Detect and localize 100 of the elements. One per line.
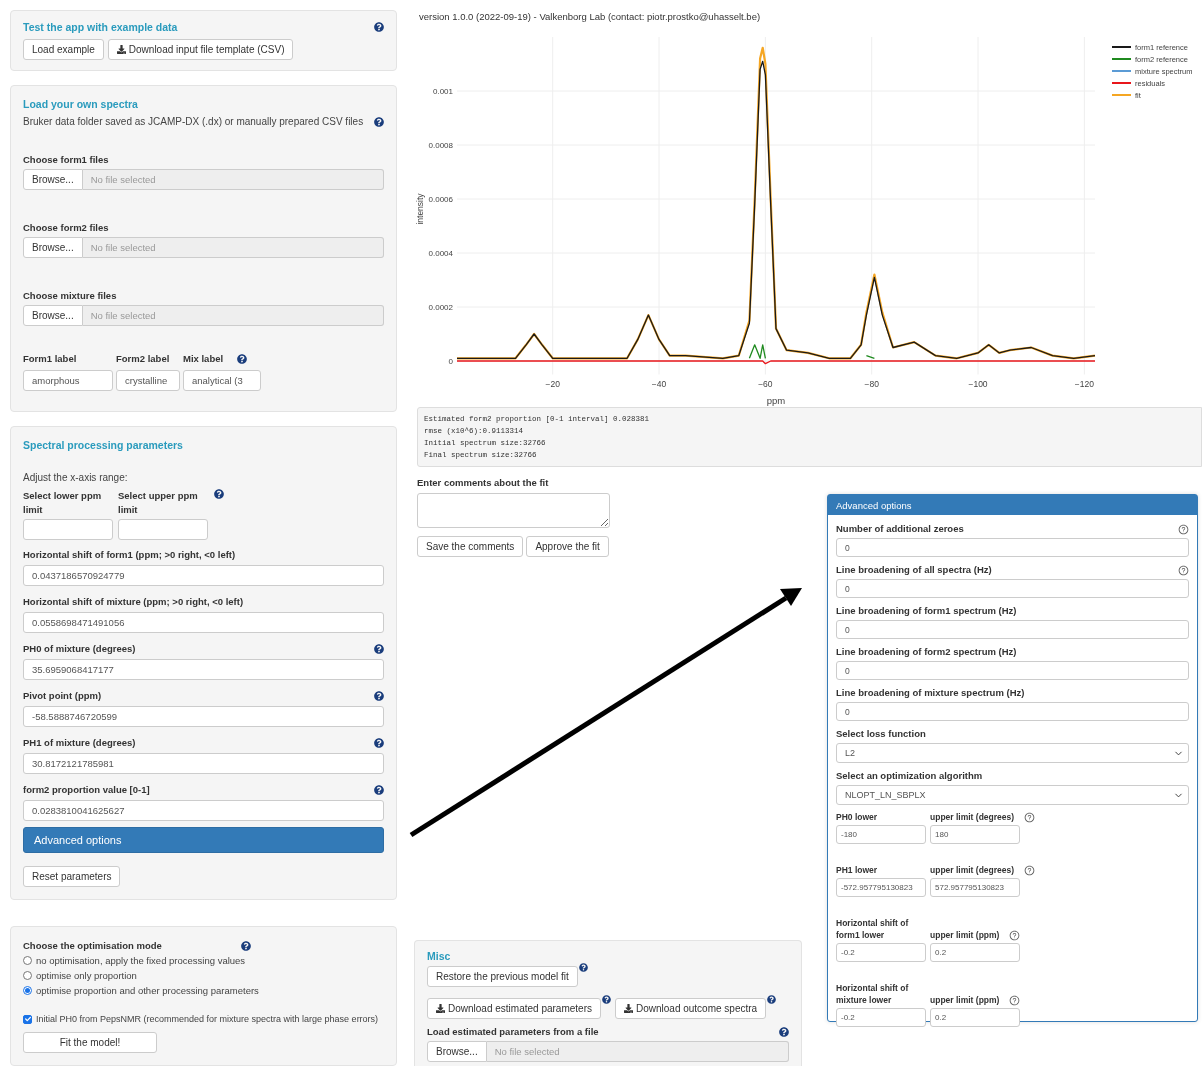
help-icon[interactable] <box>1178 523 1189 535</box>
browse-button[interactable]: Browse... <box>23 169 83 190</box>
help-icon[interactable] <box>241 941 251 951</box>
help-icon[interactable] <box>779 1027 789 1037</box>
lower-limit-input-field[interactable]: -0.2 <box>836 1008 926 1027</box>
radio-button[interactable] <box>23 956 32 965</box>
advanced-options-button[interactable]: Advanced options <box>23 827 384 853</box>
field-label: upper limit (degrees) <box>930 811 1015 823</box>
dropdown-select[interactable]: L2 <box>836 743 1189 763</box>
field-label: Select lower ppm limit <box>23 489 103 517</box>
help-icon[interactable] <box>374 22 384 32</box>
file-name-field[interactable]: No file selected <box>486 1041 789 1062</box>
restore-fit-button[interactable]: Restore the previous model fit <box>427 966 578 987</box>
download-button[interactable]: Download outcome spectra <box>614 998 767 1019</box>
help-icon[interactable] <box>578 963 588 972</box>
upper-limit-input-field[interactable]: 0.2 <box>930 1008 1020 1027</box>
reset-parameters-button[interactable]: Reset parameters <box>23 866 121 887</box>
field-label: Mix label <box>183 352 224 366</box>
help-icon[interactable] <box>1178 564 1189 576</box>
help-icon[interactable] <box>237 354 248 364</box>
help-icon[interactable] <box>601 995 611 1004</box>
label-input-field[interactable]: amorphous <box>23 370 113 391</box>
parameter-input-field[interactable]: 0.0283810041625627 <box>23 800 384 821</box>
field-label: PH0 of mixture (degrees) <box>23 642 136 656</box>
file-name-field[interactable]: No file selected <box>82 305 384 326</box>
browse-button[interactable]: Browse... <box>23 237 83 258</box>
download-template-button[interactable]: Download input file template (CSV) <box>107 39 294 60</box>
browse-button[interactable]: Browse... <box>23 305 83 326</box>
checkbox[interactable] <box>23 1014 32 1024</box>
field-label: Line broadening of form1 spectrum (Hz) <box>836 604 1017 618</box>
parameter-input-field[interactable]: 35.6959068417177 <box>23 659 384 680</box>
field-label: Horizontal shift of mixture (ppm; >0 right, <0 left) <box>23 595 244 609</box>
download-icon <box>436 1004 445 1013</box>
help-icon[interactable] <box>374 691 384 701</box>
upper-limit-input-field[interactable]: 0.2 <box>930 943 1020 962</box>
parameter-input-field[interactable]: 0.0558698471491056 <box>23 612 384 633</box>
parameter-input-field[interactable]: 30.8172121785981 <box>23 753 384 774</box>
radio-button[interactable] <box>23 971 32 980</box>
ppm-limit-input-field[interactable] <box>118 519 208 540</box>
upper-limit-input-field[interactable]: 180 <box>930 825 1020 844</box>
y-axis-title: intensity <box>415 193 425 225</box>
label-input-field[interactable]: analytical (3 <box>183 370 261 391</box>
checkbox-label[interactable]: Initial PH0 from PepsNMR (recommended for mixture spectra with large phase errors) <box>36 1014 379 1024</box>
option-label[interactable]: optimise only proportion <box>36 970 137 981</box>
help-icon[interactable] <box>214 489 224 499</box>
lower-limit-input-field[interactable]: -0.2 <box>836 943 926 962</box>
description-text: Bruker data folder saved as JCAMP-DX (.dx) or manually prepared CSV files <box>23 116 364 127</box>
range-label: Adjust the x-axis range: <box>23 472 129 483</box>
field-label: upper limit (degrees) <box>930 864 1015 876</box>
help-icon[interactable] <box>374 785 384 795</box>
option-label[interactable]: optimise proportion and other processing parameters <box>36 985 259 996</box>
help-icon[interactable] <box>374 116 384 127</box>
fit-model-button[interactable]: Fit the model! <box>23 1032 157 1053</box>
field-label: Number of additional zeroes <box>836 522 964 536</box>
help-icon[interactable] <box>374 738 384 748</box>
help-icon[interactable] <box>1009 995 1021 1006</box>
help-icon[interactable] <box>1009 930 1021 941</box>
comments-field[interactable] <box>417 493 610 528</box>
parameter-input-field[interactable]: -58.5888746720599 <box>23 706 384 727</box>
lower-limit-input-field[interactable]: -180 <box>836 825 926 844</box>
option-input-field[interactable]: 0 <box>836 702 1189 721</box>
lower-limit-input-field[interactable]: -572.957795130823 <box>836 878 926 897</box>
field-label: PH1 lower <box>836 864 879 876</box>
field-label: Pivot point (ppm) <box>23 689 102 703</box>
field-label: form2 proportion value [0-1] <box>23 783 150 797</box>
help-icon[interactable] <box>1024 865 1036 876</box>
x-tick-label: −80 <box>864 379 879 389</box>
file-name-field[interactable]: No file selected <box>82 237 384 258</box>
field-label: Select loss function <box>836 727 926 741</box>
x-tick-label: −60 <box>758 379 773 389</box>
field-label: Choose mixture files <box>23 289 117 303</box>
load-example-button[interactable]: Load example <box>23 39 104 60</box>
field-label: Line broadening of form2 spectrum (Hz) <box>836 645 1017 659</box>
help-icon[interactable] <box>767 995 777 1004</box>
x-tick-label: −40 <box>651 379 667 389</box>
download-button[interactable]: Download estimated parameters <box>427 998 601 1019</box>
option-input-field[interactable]: 0 <box>836 661 1189 680</box>
download-icon <box>623 1004 633 1013</box>
parameter-input-field[interactable]: 0.0437186570924779 <box>23 565 384 586</box>
ppm-limit-input-field[interactable] <box>23 519 113 540</box>
upper-limit-input-field[interactable]: 572.957795130823 <box>930 878 1020 897</box>
label-input-field[interactable]: crystalline <box>116 370 180 391</box>
option-label[interactable]: no optimisation, apply the fixed processing values <box>36 955 246 966</box>
field-label: Load estimated parameters from a file <box>427 1025 599 1039</box>
help-icon[interactable] <box>374 644 384 654</box>
radio-button[interactable] <box>23 986 32 995</box>
panel-title: Spectral processing parameters <box>23 439 184 451</box>
x-tick-label: −100 <box>968 379 988 389</box>
field-label: Horizontal shift of form1 (ppm; >0 right, <0 left) <box>23 548 236 562</box>
help-icon[interactable] <box>1024 812 1036 823</box>
dropdown-select[interactable]: NLOPT_LN_SBPLX <box>836 785 1189 805</box>
option-input-field[interactable]: 0 <box>836 620 1189 639</box>
comment-action-button[interactable]: Save the comments <box>417 536 524 557</box>
file-name-field[interactable]: No file selected <box>82 169 384 190</box>
field-label: Horizontal shift of mixture lower <box>836 982 910 1006</box>
option-input-field[interactable]: 0 <box>836 579 1189 598</box>
option-input-field[interactable]: 0 <box>836 538 1189 557</box>
comment-action-button[interactable]: Approve the fit <box>526 536 609 557</box>
field-label: Choose the optimisation mode <box>23 939 163 953</box>
browse-button[interactable]: Browse... <box>427 1041 487 1062</box>
